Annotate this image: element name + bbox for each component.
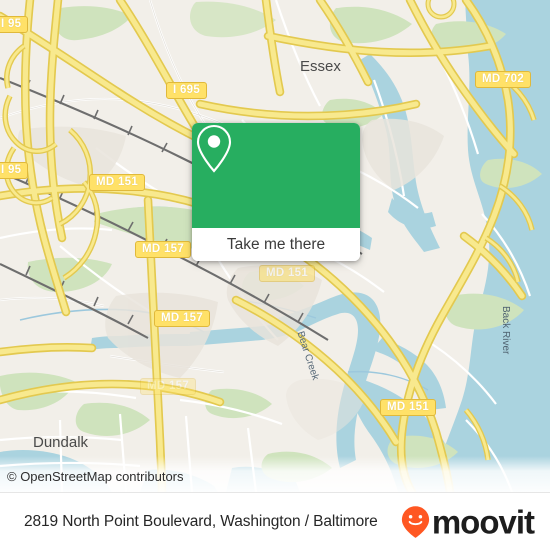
road-shield: MD 702 xyxy=(475,71,532,88)
road-shield: I 95 xyxy=(0,16,29,33)
osm-attribution[interactable]: © OpenStreetMap contributors xyxy=(7,469,184,484)
road-shield: MD 151 xyxy=(380,399,437,416)
moovit-map-screenshot: Essex Dundalk Bear Creek Back River I 95 I … xyxy=(0,0,550,550)
road-shield: I 695 xyxy=(166,82,208,99)
road-shield: MD 151 xyxy=(259,265,316,282)
moovit-wordmark: moovit xyxy=(431,503,535,541)
road-shield: I 95 xyxy=(0,162,29,179)
map-canvas[interactable]: Essex Dundalk Bear Creek Back River I 95 I … xyxy=(0,0,550,492)
moovit-smiley-pin-icon xyxy=(401,506,429,538)
road-shield: MD 157 xyxy=(154,310,211,327)
place-label: Essex xyxy=(300,58,341,75)
road-shield: MD 151 xyxy=(89,174,146,191)
address-label: 2819 North Point Boulevard, Washington /… xyxy=(24,513,378,530)
water-label: Back River xyxy=(500,306,511,355)
place-label: Dundalk xyxy=(33,434,89,451)
road-shield: MD 157 xyxy=(140,378,197,395)
moovit-logo[interactable]: moovit xyxy=(401,503,535,541)
take-me-there-card[interactable]: Take me there xyxy=(192,123,360,261)
map-pin-icon xyxy=(196,124,232,173)
take-me-there-label[interactable]: Take me there xyxy=(192,228,360,261)
card-icon-area xyxy=(192,123,360,228)
road-shield: MD 157 xyxy=(135,241,192,258)
footer-bar: 2819 North Point Boulevard, Washington /… xyxy=(0,492,550,550)
